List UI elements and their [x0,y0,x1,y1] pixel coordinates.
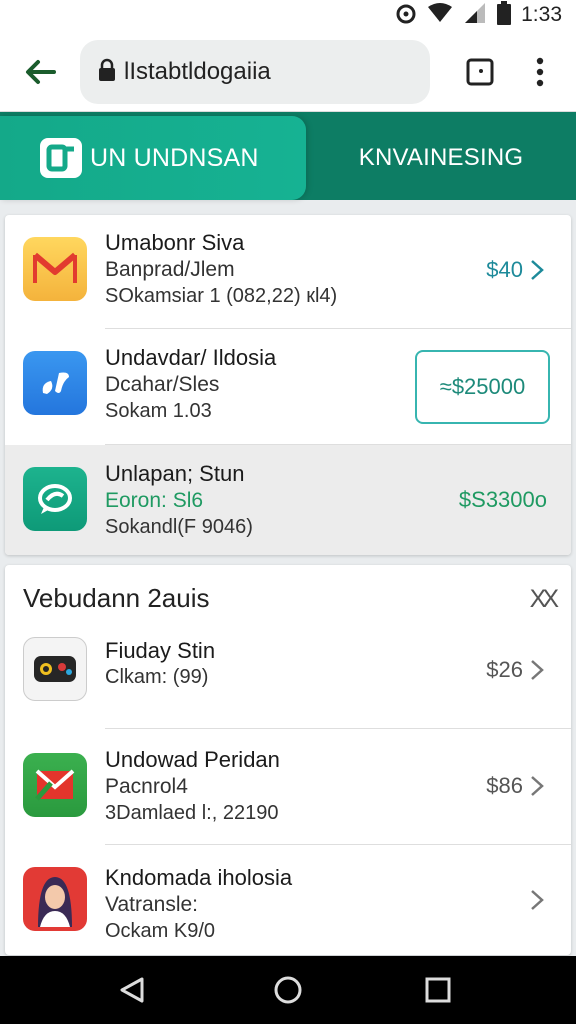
chat-icon [23,467,87,531]
tab-knvainesing[interactable]: KNVAINESING [306,116,576,200]
item-detail: Sokandl(F 9046) [105,516,253,538]
gmail-icon [23,237,87,301]
item-subtitle: Pacnrol4 [105,775,188,798]
app-logo-icon [40,138,82,178]
item-subtitle: Vatransle: [105,893,198,916]
list-item[interactable]: Kndomada iholosia Vatransle: Ockam K9/0 [5,845,571,955]
item-price: ≈$25000 [439,374,526,399]
list-item[interactable]: Undowad Peridan Pacnrol4 3Damlaed l:, 22… [5,729,571,845]
browser-toolbar: lIstabtldogaiia [0,32,576,112]
camera-app-icon [23,637,87,701]
list-item-selected[interactable]: Unlapan; Stun Eoron: Sl6 Sokandl(F 9046)… [5,445,571,555]
item-title: Fiuday Stin [105,638,216,663]
tab-label: KNVAINESING [358,144,524,171]
url-text: lIstabtldogaiia [124,58,271,85]
list-item[interactable]: Umabonr Siva Banprad/Jlem SOkamsiar 1 (0… [5,215,571,329]
chevron-right-icon [531,660,544,680]
item-title: Unlapan; Stun [105,461,245,486]
item-title: Kndomada iholosia [105,865,293,890]
item-detail: SOkamsiar 1 (082,22) кl4) [105,285,338,307]
item-price: $S3300o [458,487,547,512]
item-title: Undavdar/ Ildosia [105,345,277,370]
section-card: Vebudann 2auis XX Fiuday Stin Clkam: (99… [5,565,571,955]
url-bar[interactable]: lIstabtldogaiia [80,40,430,104]
nav-back-icon[interactable] [116,974,148,1006]
item-price: $26 [486,657,523,682]
app-list-card: Umabonr Siva Banprad/Jlem SOkamsiar 1 (0… [5,215,571,555]
status-time: 1:33 [521,3,562,26]
status-bar: 1:33 [0,0,576,32]
nav-recents-icon[interactable] [422,974,454,1006]
item-detail: Sokam 1.03 [105,400,212,422]
item-subtitle: Banprad/Jlem [105,258,235,281]
chevron-right-icon [531,890,544,910]
item-title: Undowad Peridan [105,747,280,772]
chevron-right-icon [531,776,544,796]
wifi-icon [427,2,453,28]
avatar-app-icon [23,867,87,931]
section-title: Vebudann 2auis [23,583,210,613]
tab-switcher-button[interactable] [462,54,498,90]
battery-icon [497,0,512,30]
item-price: $40 [486,257,523,282]
overflow-menu-icon[interactable] [526,52,554,92]
item-title: Umabonr Siva [105,230,245,255]
item-detail: Clkam: (99) [105,666,209,688]
tab-label: UN UNDNSAN [90,143,259,172]
list-item[interactable]: Fiuday Stin Clkam: (99) $26 [5,615,571,729]
mail-app-icon [23,753,87,817]
item-detail: 3Damlaed l:, 22190 [105,802,279,824]
tab-bar: UN UNDNSAN KNVAINESING [0,112,576,200]
back-arrow-icon[interactable] [20,52,60,92]
alarm-icon [395,2,417,29]
section-close-button[interactable]: XX [530,585,559,614]
music-icon [23,351,87,415]
item-price: $86 [486,773,523,798]
chevron-right-icon [531,260,544,280]
list-item[interactable]: Undavdar/ Ildosia Dcahar/Sles Sokam 1.03… [5,329,571,445]
price-button[interactable]: ≈$25000 [415,350,550,424]
item-subtitle: Dcahar/Sles [105,373,220,396]
system-nav-bar [0,956,576,1024]
item-subtitle: Eoron: Sl6 [105,489,204,512]
nav-home-icon[interactable] [272,974,304,1006]
lock-icon [98,58,116,87]
item-detail: Ockam K9/0 [105,920,216,942]
tab-un-undnsan[interactable]: UN UNDNSAN [0,116,306,200]
signal-icon [463,2,487,29]
